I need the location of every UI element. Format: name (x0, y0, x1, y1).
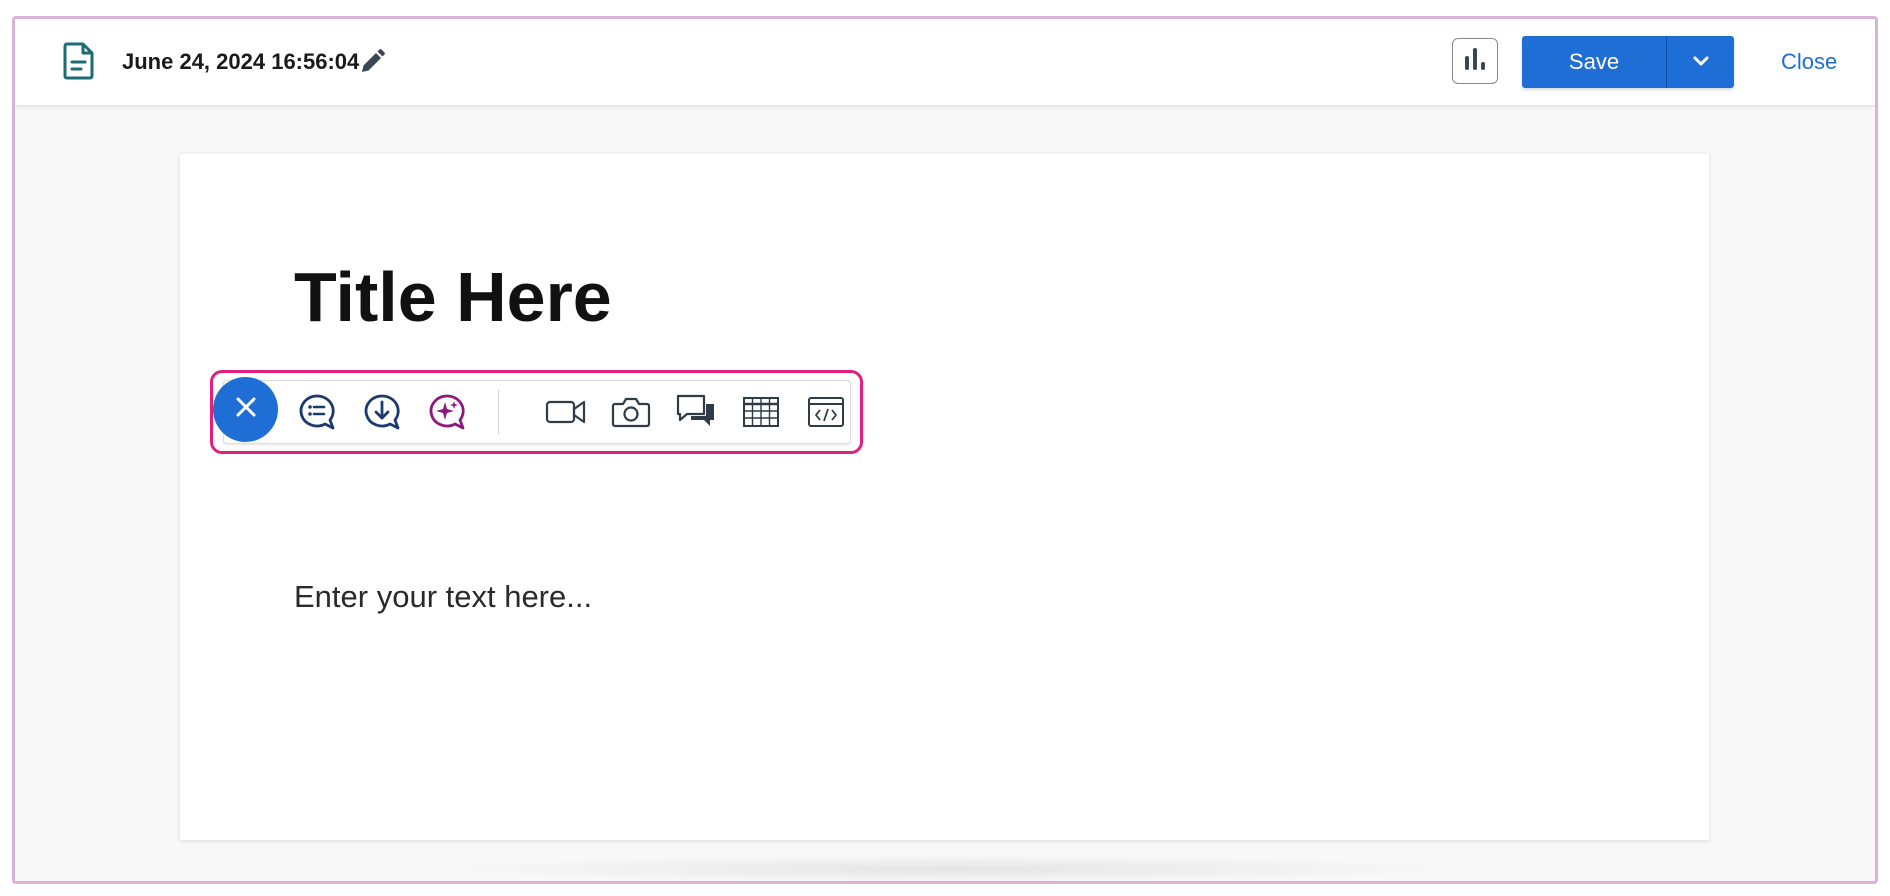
speech-list-icon (297, 392, 337, 437)
insert-video-button[interactable] (544, 392, 588, 436)
chat-bubbles-icon (675, 393, 717, 436)
toolbar-divider (498, 390, 499, 434)
save-button[interactable]: Save (1522, 36, 1666, 88)
insert-embed-button[interactable] (804, 392, 848, 436)
speech-download-icon (362, 392, 402, 437)
insert-table-button[interactable] (739, 392, 783, 436)
table-icon (742, 396, 780, 433)
document-icon (62, 41, 96, 81)
save-options-button[interactable] (1667, 36, 1734, 88)
insert-image-button[interactable] (609, 392, 653, 436)
insert-quote-button[interactable] (674, 392, 718, 436)
bar-chart-icon (1462, 46, 1488, 77)
ai-assist-button[interactable] (425, 392, 469, 436)
bottom-shadow (435, 855, 1465, 881)
document-title: June 24, 2024 16:56:04 (122, 49, 360, 74)
speech-sparkle-icon (427, 392, 467, 437)
camera-icon (611, 395, 651, 434)
code-window-icon (807, 396, 845, 433)
video-camera-icon (545, 397, 587, 432)
body-text-placeholder[interactable]: Enter your text here... (294, 579, 592, 615)
top-bar: June 24, 2024 16:56:04 Save Close (15, 19, 1875, 106)
insert-download-button[interactable] (360, 392, 404, 436)
x-icon (234, 395, 258, 424)
save-button-group: Save (1522, 36, 1734, 88)
edit-title-pencil-icon[interactable] (357, 47, 387, 77)
close-link[interactable]: Close (1781, 49, 1837, 75)
close-toolbar-button[interactable] (213, 377, 278, 442)
insert-list-button[interactable] (295, 392, 339, 436)
chevron-down-icon (1692, 55, 1710, 70)
app-window: June 24, 2024 16:56:04 Save Close Title … (12, 16, 1878, 884)
page-title[interactable]: Title Here (294, 262, 612, 332)
editor-canvas: Title Here Enter your text here... (180, 154, 1709, 840)
statistics-button[interactable] (1452, 38, 1498, 84)
